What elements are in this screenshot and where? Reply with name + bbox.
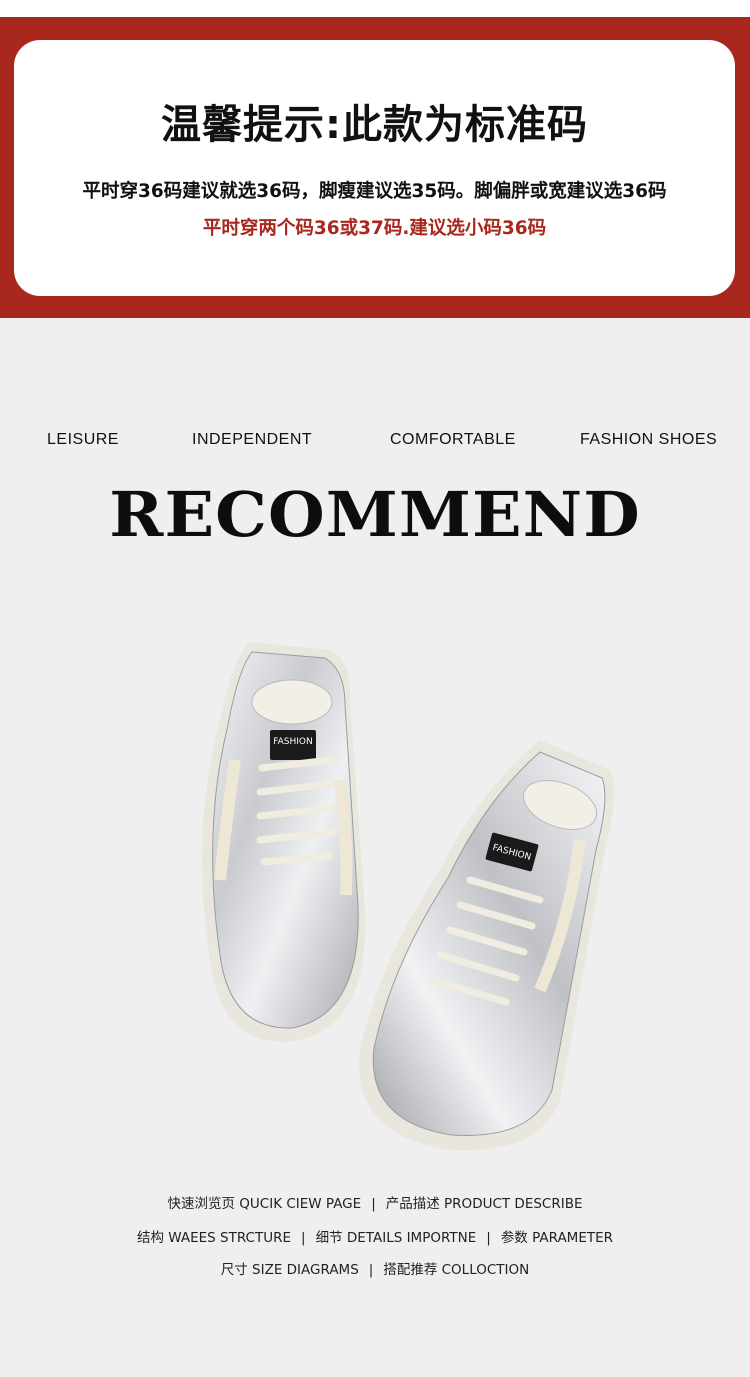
nav-quick-view[interactable]: 快速浏览页 QUCIK CIEW PAGE bbox=[167, 1196, 361, 1212]
left-shoe: FASHION bbox=[202, 642, 366, 1043]
nav-separator: | bbox=[486, 1230, 491, 1246]
nav-collocation[interactable]: 搭配推荐 COLLOCTION bbox=[383, 1262, 529, 1278]
right-shoe: FASHION bbox=[359, 740, 614, 1151]
footer-nav-row-1: 快速浏览页 QUCIK CIEW PAGE | 产品描述 PRODUCT DESCR… bbox=[0, 1192, 750, 1212]
notice-card: 温馨提示:此款为标准码 平时穿36码建议就选36码，脚瘦建议选35码。脚偏胖或宽… bbox=[14, 40, 735, 296]
feature-tags: LEISURE INDEPENDENT COMFORTABLE FASHION … bbox=[0, 431, 750, 453]
nav-separator: | bbox=[368, 1262, 374, 1278]
nav-details[interactable]: 细节 DETAILS IMPORTNE bbox=[316, 1230, 477, 1246]
nav-size-diagrams[interactable]: 尺寸 SIZE DIAGRAMS bbox=[221, 1262, 359, 1278]
notice-size-highlight: 平时穿两个码36或37码.建议选小码36码 bbox=[202, 218, 547, 239]
tag-leisure: LEISURE bbox=[47, 431, 119, 448]
left-shoe-tag-label: FASHION bbox=[273, 737, 312, 747]
footer-nav-row-3: 尺寸 SIZE DIAGRAMS | 搭配推荐 COLLOCTION bbox=[0, 1258, 750, 1278]
nav-structure[interactable]: 结构 WAEES STRCTURE bbox=[137, 1230, 291, 1246]
notice-size-advice: 平时穿36码建议就选36码，脚瘦建议选35码。脚偏胖或宽建议选36码 bbox=[82, 181, 667, 202]
nav-separator: | bbox=[371, 1196, 376, 1212]
tag-comfortable: COMFORTABLE bbox=[390, 431, 516, 448]
recommend-title: RECOMMEND bbox=[109, 478, 641, 551]
footer-nav-row-2: 结构 WAEES STRCTURE | 细节 DETAILS IMPORTNE | 参数… bbox=[0, 1226, 750, 1246]
tag-independent: INDEPENDENT bbox=[192, 431, 313, 448]
notice-title: 温馨提示:此款为标准码 bbox=[161, 102, 588, 148]
nav-parameter[interactable]: 参数 PARAMETER bbox=[501, 1230, 613, 1246]
product-image-silver-sneakers: FASHION FASHION bbox=[202, 642, 614, 1151]
nav-separator: | bbox=[301, 1230, 306, 1246]
tag-fashion-shoes: FASHION SHOES bbox=[580, 431, 718, 448]
nav-product-describe[interactable]: 产品描述 PRODUCT DESCRIBE bbox=[386, 1196, 583, 1212]
